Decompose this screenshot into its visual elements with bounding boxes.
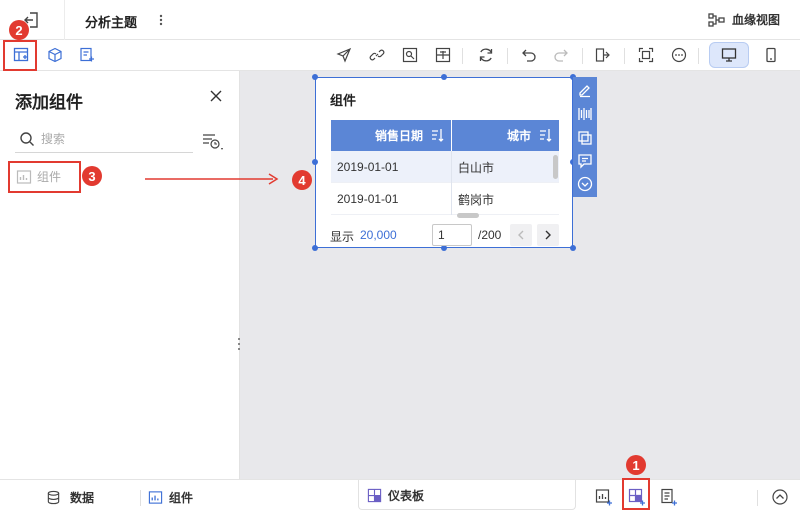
filter-sort-icon[interactable] (201, 131, 225, 153)
send-icon[interactable] (335, 46, 353, 64)
database-icon (47, 490, 60, 505)
page-total: /200 (478, 228, 502, 242)
undo-icon[interactable] (520, 46, 538, 64)
screenshot-icon[interactable] (637, 46, 655, 64)
table-cell: 鹤岗市 (458, 192, 495, 207)
divider (140, 490, 141, 506)
highlight-add-dashboard (622, 478, 650, 510)
edit-icon[interactable] (577, 82, 593, 98)
add-report-icon[interactable] (660, 488, 678, 506)
data-table: 销售日期 城市 2019-01-01 白山市 2019-01-01 鹤岗市 (331, 120, 559, 216)
bottom-bar: 数据 组件 仪表板 (0, 479, 800, 519)
mobile-icon (766, 47, 776, 63)
chevron-left-icon (518, 230, 524, 240)
table-widget[interactable]: 组件 销售日期 城市 2019-01-01 白山市 2019-01-01 鹤岗市… (312, 74, 576, 251)
panel-resize-handle[interactable] (236, 337, 242, 351)
copy-icon[interactable] (577, 130, 593, 146)
chart-component-icon (148, 491, 163, 504)
more-vertical-icon[interactable] (155, 12, 167, 28)
column-header-label: 销售日期 (374, 129, 423, 143)
desktop-view-button[interactable] (709, 42, 749, 68)
sort-icon[interactable] (431, 128, 445, 142)
resize-handle[interactable] (312, 74, 318, 80)
chevron-down-circle-icon[interactable] (577, 176, 593, 192)
column-header[interactable]: 城市 (452, 120, 559, 151)
more-horizontal-icon[interactable] (670, 46, 688, 64)
resize-handle[interactable] (441, 74, 447, 80)
lineage-icon (708, 12, 725, 27)
widget-title: 组件 (330, 93, 357, 108)
table-cell: 白山市 (458, 160, 495, 175)
cube-icon[interactable] (46, 46, 64, 64)
preview-icon[interactable] (401, 46, 419, 64)
vertical-scrollbar[interactable] (553, 155, 558, 179)
chevron-right-icon (545, 230, 551, 240)
column-header-label: 城市 (506, 129, 531, 143)
highlight-add-component (3, 40, 37, 71)
show-label: 显示 (330, 230, 355, 244)
divider (64, 0, 65, 40)
widget-toolbar (573, 77, 597, 197)
divider (582, 48, 583, 64)
column-header[interactable]: 销售日期 (331, 120, 452, 151)
comment-icon[interactable] (577, 153, 593, 169)
data-tab[interactable]: 数据 (46, 489, 94, 506)
desktop-icon (721, 48, 737, 62)
layout-icon[interactable] (434, 46, 452, 64)
divider (757, 490, 758, 506)
barcode-icon[interactable] (577, 106, 593, 122)
search-input[interactable] (41, 129, 189, 149)
divider (462, 48, 463, 64)
annotation-badge-4: 4 (292, 170, 312, 190)
add-text-icon[interactable] (78, 46, 96, 64)
page-number-input[interactable] (432, 224, 472, 246)
lineage-view-button[interactable]: 血缘视图 (708, 11, 780, 28)
lineage-view-label: 血缘视图 (731, 13, 780, 27)
add-component-panel: 添加组件 组件 (0, 71, 240, 479)
page-title: 分析主题 (85, 15, 138, 30)
panel-title: 添加组件 (15, 93, 83, 112)
collapse-up-icon[interactable] (771, 488, 789, 506)
drag-arrow (145, 173, 279, 185)
table-row[interactable]: 2019-01-01 白山市 (331, 151, 559, 183)
prev-page-button[interactable] (510, 224, 532, 246)
divider (507, 48, 508, 64)
dashboard-icon (367, 488, 382, 503)
top-bar: 分析主题 血缘视图 (0, 0, 800, 40)
highlight-component-item (8, 161, 81, 193)
resize-handle[interactable] (312, 159, 318, 165)
close-icon[interactable] (208, 88, 224, 104)
redo-icon[interactable] (552, 46, 570, 64)
annotation-badge-1: 1 (626, 455, 646, 475)
canvas-size-icon[interactable] (594, 46, 612, 64)
link-icon[interactable] (368, 46, 386, 64)
table-cell: 2019-01-01 (331, 183, 452, 215)
pagination: 显示 20,000 /200 (330, 224, 562, 246)
annotation-badge-3: 3 (82, 166, 102, 186)
row-count: 20,000 (360, 228, 397, 242)
dashboard-tab-label: 仪表板 (388, 489, 425, 503)
annotation-badge-2: 2 (9, 20, 29, 40)
table-header: 销售日期 城市 (331, 120, 559, 151)
dashboard-tab-inner: 仪表板 (367, 487, 424, 504)
horizontal-scrollbar[interactable] (457, 213, 479, 218)
components-tab[interactable]: 组件 (148, 489, 193, 506)
refresh-icon[interactable] (477, 46, 495, 64)
table-row[interactable]: 2019-01-01 鹤岗市 (331, 183, 559, 215)
dashboard-tab[interactable]: 仪表板 (358, 480, 576, 510)
divider (624, 48, 625, 64)
search-box (15, 127, 193, 153)
table-cell: 2019-01-01 (331, 151, 452, 183)
mobile-view-button[interactable] (751, 42, 791, 68)
resize-handle[interactable] (312, 245, 318, 251)
divider (698, 48, 699, 64)
resize-handle[interactable] (570, 245, 576, 251)
search-icon (20, 132, 34, 146)
data-tab-label: 数据 (70, 491, 95, 505)
components-tab-label: 组件 (169, 491, 194, 505)
add-chart-icon[interactable] (595, 488, 613, 506)
sort-icon[interactable] (539, 128, 553, 142)
toolbar (0, 40, 800, 71)
next-page-button[interactable] (537, 224, 559, 246)
